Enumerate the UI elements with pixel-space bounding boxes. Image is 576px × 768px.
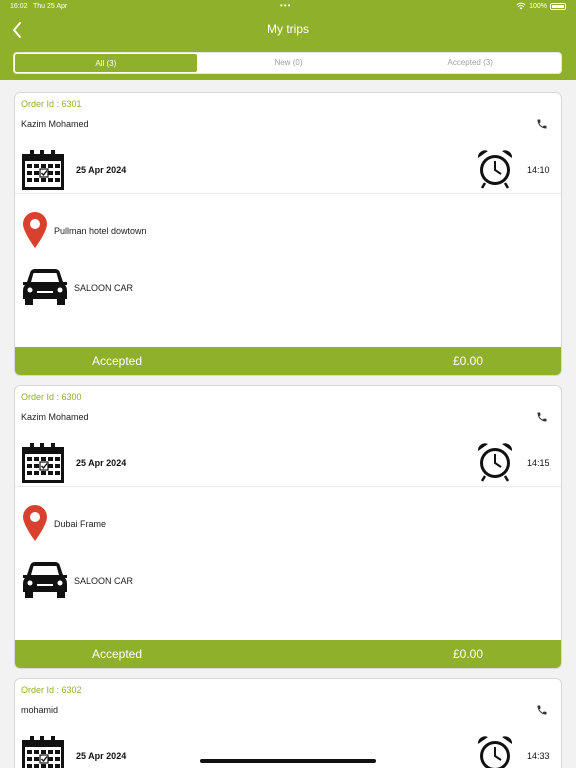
alarm-clock-icon	[477, 443, 513, 482]
order-id: Order Id : 6300	[21, 392, 82, 402]
status-bar: 16:02 Thu 25 Apr ••• 100%	[0, 0, 576, 14]
tab-accepted[interactable]: Accepted (3)	[379, 53, 561, 73]
trip-time: 14:10	[527, 165, 550, 175]
phone-icon[interactable]	[536, 118, 548, 130]
alarm-clock-icon	[477, 736, 513, 768]
trip-price: £0.00	[453, 354, 484, 368]
map-pin-icon	[23, 505, 47, 541]
car-icon	[23, 269, 67, 305]
divider	[15, 193, 561, 194]
trip-card[interactable]: Order Id : 6301 Kazim Mohamed 25 Apr 202…	[14, 92, 562, 376]
calendar-icon	[22, 736, 64, 768]
divider	[15, 486, 561, 487]
battery-percent: 100%	[529, 2, 547, 10]
trip-status-bar[interactable]: Accepted £0.00	[15, 347, 561, 375]
app-header: 16:02 Thu 25 Apr ••• 100% My trips All (…	[0, 0, 576, 80]
status-time: 16:02	[10, 3, 28, 10]
trip-time: 14:15	[527, 458, 550, 468]
trip-card[interactable]: Order Id : 6300 Kazim Mohamed 25 Apr 202…	[14, 385, 562, 669]
calendar-icon	[22, 443, 64, 483]
order-id: Order Id : 6302	[21, 685, 82, 695]
multitasking-dots-icon[interactable]: •••	[280, 1, 291, 10]
wifi-icon	[516, 2, 526, 10]
customer-name: Kazim Mohamed	[21, 412, 89, 422]
trip-date: 25 Apr 2024	[76, 458, 127, 468]
vehicle-type: SALOON CAR	[74, 576, 134, 586]
status-indicators: 100%	[516, 2, 566, 10]
trip-date: 25 Apr 2024	[76, 165, 127, 175]
tab-new[interactable]: New (0)	[198, 53, 380, 73]
tab-all[interactable]: All (3)	[14, 53, 198, 73]
phone-icon[interactable]	[536, 704, 548, 716]
customer-name: mohamid	[21, 705, 59, 715]
battery-icon	[550, 2, 566, 10]
car-icon	[23, 562, 67, 598]
order-id: Order Id : 6301	[21, 99, 82, 109]
phone-icon[interactable]	[536, 411, 548, 423]
trip-status-bar[interactable]: Accepted £0.00	[15, 640, 561, 668]
calendar-icon	[22, 150, 64, 190]
home-indicator[interactable]	[200, 759, 376, 763]
trip-card[interactable]: Order Id : 6302 mohamid 25 Apr 2024 14:3…	[14, 678, 562, 768]
trip-date: 25 Apr 2024	[76, 751, 127, 761]
trip-status: Accepted	[92, 354, 143, 368]
map-pin-icon	[23, 212, 47, 248]
alarm-clock-icon	[477, 150, 513, 189]
pickup-location: Dubai Frame	[54, 519, 107, 529]
trip-time: 14:33	[527, 751, 550, 761]
trip-filter-tabs: All (3) New (0) Accepted (3)	[13, 52, 562, 74]
page-title: My trips	[267, 22, 309, 36]
trip-status: Accepted	[92, 647, 143, 661]
status-date: Thu 25 Apr	[33, 3, 68, 10]
vehicle-type: SALOON CAR	[74, 283, 134, 293]
customer-name: Kazim Mohamed	[21, 119, 89, 129]
trip-price: £0.00	[453, 647, 484, 661]
pickup-location: Pullman hotel dowtown	[54, 226, 147, 236]
